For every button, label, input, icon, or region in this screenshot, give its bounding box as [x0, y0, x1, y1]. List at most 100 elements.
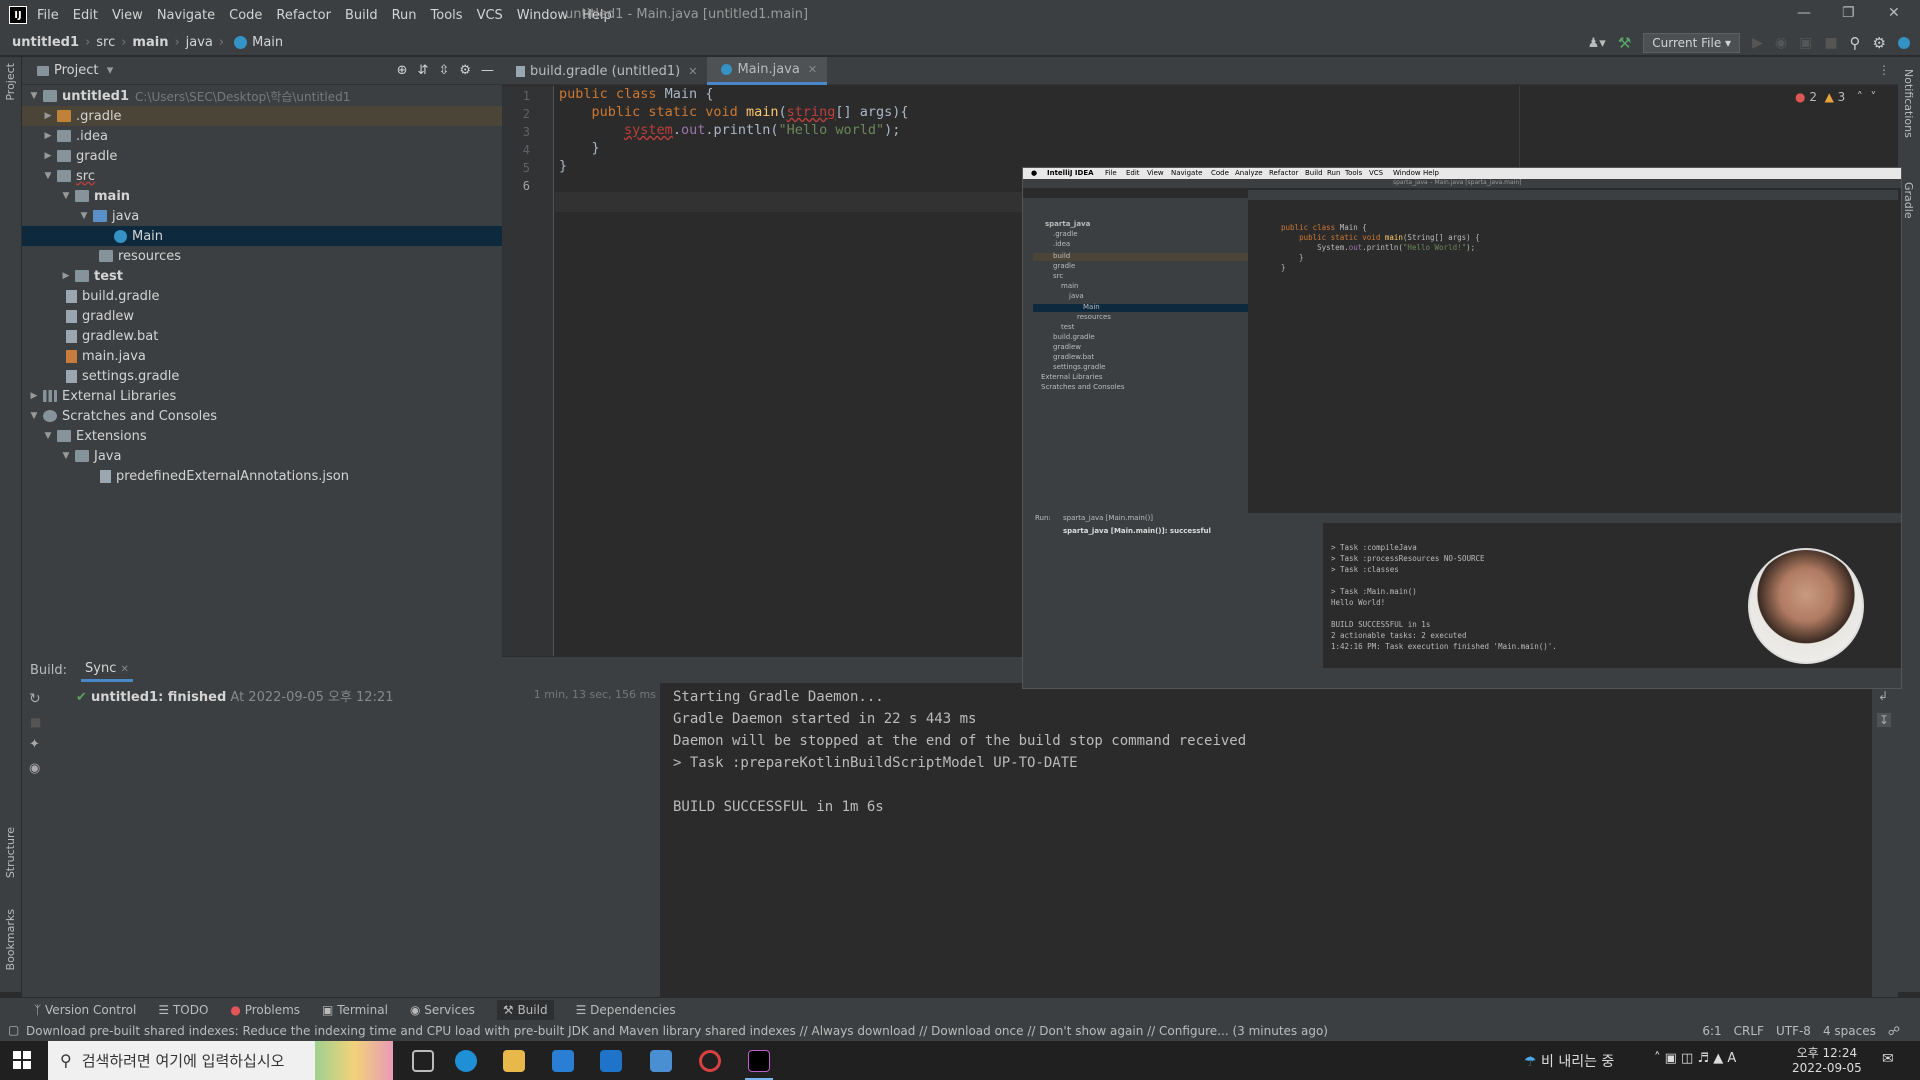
mail-icon[interactable] — [600, 1050, 622, 1072]
notifications-tool-tab[interactable]: Notifications — [1902, 69, 1915, 138]
breadcrumb-project[interactable]: untitled1 — [12, 35, 79, 50]
close-tab-icon[interactable]: ✕ — [808, 63, 817, 76]
tab-build[interactable]: ⚒ Build — [496, 999, 554, 1020]
tree-item-extensions[interactable]: ▼ Extensions — [22, 426, 502, 446]
task-view-icon[interactable] — [412, 1050, 434, 1072]
weather-widget[interactable]: ☂ 비 내리는 중 — [1524, 1051, 1614, 1071]
tab-terminal[interactable]: ▣ Terminal — [322, 1003, 388, 1017]
menu-edit[interactable]: Edit — [73, 8, 98, 23]
close-tab-icon[interactable]: ✕ — [688, 65, 697, 78]
pin-icon[interactable]: ✦ — [29, 737, 40, 752]
chevron-right-icon[interactable]: ▶ — [42, 111, 54, 121]
structure-tool-tab[interactable]: Structure — [4, 827, 17, 878]
chevron-down-icon[interactable]: ▼ — [28, 411, 40, 421]
rerun-icon[interactable]: ↻ — [29, 691, 41, 707]
breadcrumb-main-class[interactable]: Main — [252, 35, 283, 50]
file-encoding[interactable]: UTF-8 — [1776, 1024, 1811, 1038]
chevron-down-icon[interactable]: ▼ — [42, 171, 54, 181]
store-icon[interactable] — [552, 1050, 574, 1072]
collapse-all-icon[interactable]: ⇳ — [438, 63, 449, 78]
chevron-down-icon[interactable]: ▼ — [60, 451, 72, 461]
minimize-icon[interactable]: — — [1797, 5, 1811, 21]
calculator-icon[interactable] — [650, 1050, 672, 1072]
chevron-down-icon[interactable]: ▼ — [42, 431, 54, 441]
tree-item-java[interactable]: ▼ java — [22, 206, 502, 226]
menu-vcs[interactable]: VCS — [477, 8, 503, 23]
coverage-icon[interactable]: ▣ — [1799, 35, 1812, 51]
tree-item-gradlew[interactable]: gradlew — [22, 306, 502, 326]
tree-item-build-gradle[interactable]: build.gradle — [22, 286, 502, 306]
locate-icon[interactable]: ⊕ — [397, 63, 408, 78]
tree-item-main[interactable]: ▼ main — [22, 186, 502, 206]
expand-all-icon[interactable]: ⇵ — [418, 63, 429, 78]
tree-item-main-java-file[interactable]: main.java — [22, 346, 502, 366]
tree-item-gradlew-bat[interactable]: gradlew.bat — [22, 326, 502, 346]
tree-item-resources[interactable]: resources — [22, 246, 502, 266]
tab-problems[interactable]: ● Problems — [230, 1003, 300, 1017]
menu-code[interactable]: Code — [229, 8, 262, 23]
breadcrumb-java[interactable]: java — [186, 35, 213, 50]
chevron-right-icon[interactable]: ▶ — [28, 391, 40, 401]
menu-refactor[interactable]: Refactor — [276, 8, 331, 23]
tree-item-scratches[interactable]: ▼ Scratches and Consoles — [22, 406, 502, 426]
tab-main-java[interactable]: Main.java ✕ — [707, 57, 828, 85]
inspections-widget[interactable]: ● 2 ▲ 3 ˄ ˅ — [1795, 90, 1876, 104]
chevron-right-icon[interactable]: ▶ — [42, 131, 54, 141]
bookmarks-tool-tab[interactable]: Bookmarks — [4, 909, 17, 970]
menu-run[interactable]: Run — [392, 8, 417, 23]
chevron-down-icon[interactable]: ▼ — [28, 91, 40, 101]
lock-icon[interactable]: ☍ — [1888, 1024, 1900, 1038]
tree-item-external-libraries[interactable]: ▶ External Libraries — [22, 386, 502, 406]
tab-dependencies[interactable]: ☰ Dependencies — [576, 1003, 676, 1017]
project-tool-tab[interactable]: Project — [4, 63, 17, 101]
close-icon[interactable]: ✕ — [1888, 5, 1900, 21]
taskbar-search[interactable]: ⚲ 검색하려면 여기에 입력하십시오 — [48, 1041, 393, 1080]
tab-todo[interactable]: ☰ TODO — [158, 1003, 208, 1017]
tree-item-root[interactable]: ▼ untitled1 C:\Users\SEC\Desktop\학습\untitl… — [22, 86, 502, 106]
line-separator[interactable]: CRLF — [1734, 1024, 1764, 1038]
run-icon[interactable]: ▶ — [1752, 35, 1763, 51]
build-status-row[interactable]: ✔ untitled1: finished At 2022-09-05 오후 1… — [76, 686, 394, 705]
run-configuration-select[interactable]: Current File ▾ — [1643, 33, 1741, 53]
build-console[interactable]: Starting Gradle Daemon... Gradle Daemon … — [661, 683, 1871, 997]
windows-start-icon[interactable] — [13, 1051, 31, 1069]
intellij-taskbar-icon[interactable] — [748, 1050, 770, 1072]
menu-file[interactable]: File — [37, 8, 59, 23]
file-explorer-icon[interactable] — [503, 1050, 525, 1072]
tree-item-test[interactable]: ▶ test — [22, 266, 502, 286]
chevron-down-icon[interactable]: ▼ — [60, 191, 72, 201]
options-gear-icon[interactable]: ⚙ — [459, 63, 471, 78]
tree-item-main-class[interactable]: Main — [22, 226, 502, 246]
tab-services[interactable]: ◉ Services — [410, 1003, 475, 1017]
eye-icon[interactable]: ◉ — [29, 761, 40, 776]
tree-item-gradle[interactable]: ▶ gradle — [22, 146, 502, 166]
menu-view[interactable]: View — [112, 8, 143, 23]
notification-center-icon[interactable]: ✉ — [1882, 1051, 1894, 1067]
next-highlight-icon[interactable]: ˅ — [1870, 90, 1876, 104]
stop-icon[interactable]: ■ — [30, 715, 41, 729]
caret-position[interactable]: 6:1 — [1702, 1024, 1721, 1038]
user-icon[interactable]: ♟▾ — [1588, 36, 1606, 51]
project-view-select[interactable]: Project — [54, 63, 98, 78]
restore-icon[interactable]: ❐ — [1842, 5, 1855, 21]
tab-sync[interactable]: Sync ✕ — [81, 658, 133, 682]
status-message[interactable]: Download pre-built shared indexes: Reduc… — [26, 1024, 1328, 1038]
tree-item-idea[interactable]: ▶ .idea — [22, 126, 502, 146]
build-hammer-icon[interactable]: ⚒ — [1618, 34, 1631, 52]
breadcrumb-src[interactable]: src — [96, 35, 115, 50]
previous-highlight-icon[interactable]: ˄ — [1857, 90, 1863, 104]
chevron-right-icon[interactable]: ▶ — [42, 151, 54, 161]
debug-icon[interactable]: ◉ — [1775, 35, 1787, 51]
close-tab-icon[interactable]: ✕ — [121, 664, 129, 675]
tab-build-gradle[interactable]: build.gradle (untitled1) ✕ — [502, 57, 707, 85]
breadcrumb-main[interactable]: main — [132, 35, 168, 50]
gradle-tool-tab[interactable]: Gradle — [1902, 182, 1915, 219]
soft-wrap-icon[interactable]: ↲ — [1878, 689, 1888, 703]
tree-item-java-ext[interactable]: ▼ Java — [22, 446, 502, 466]
tree-item-settings-gradle[interactable]: settings.gradle — [22, 366, 502, 386]
settings-gear-icon[interactable]: ⚙ — [1873, 34, 1886, 52]
tree-item-src[interactable]: ▼ src — [22, 166, 502, 186]
menu-window[interactable]: Window — [517, 8, 568, 23]
tab-options-icon[interactable]: ⋮ — [1878, 63, 1890, 77]
hide-panel-icon[interactable]: — — [481, 63, 494, 78]
